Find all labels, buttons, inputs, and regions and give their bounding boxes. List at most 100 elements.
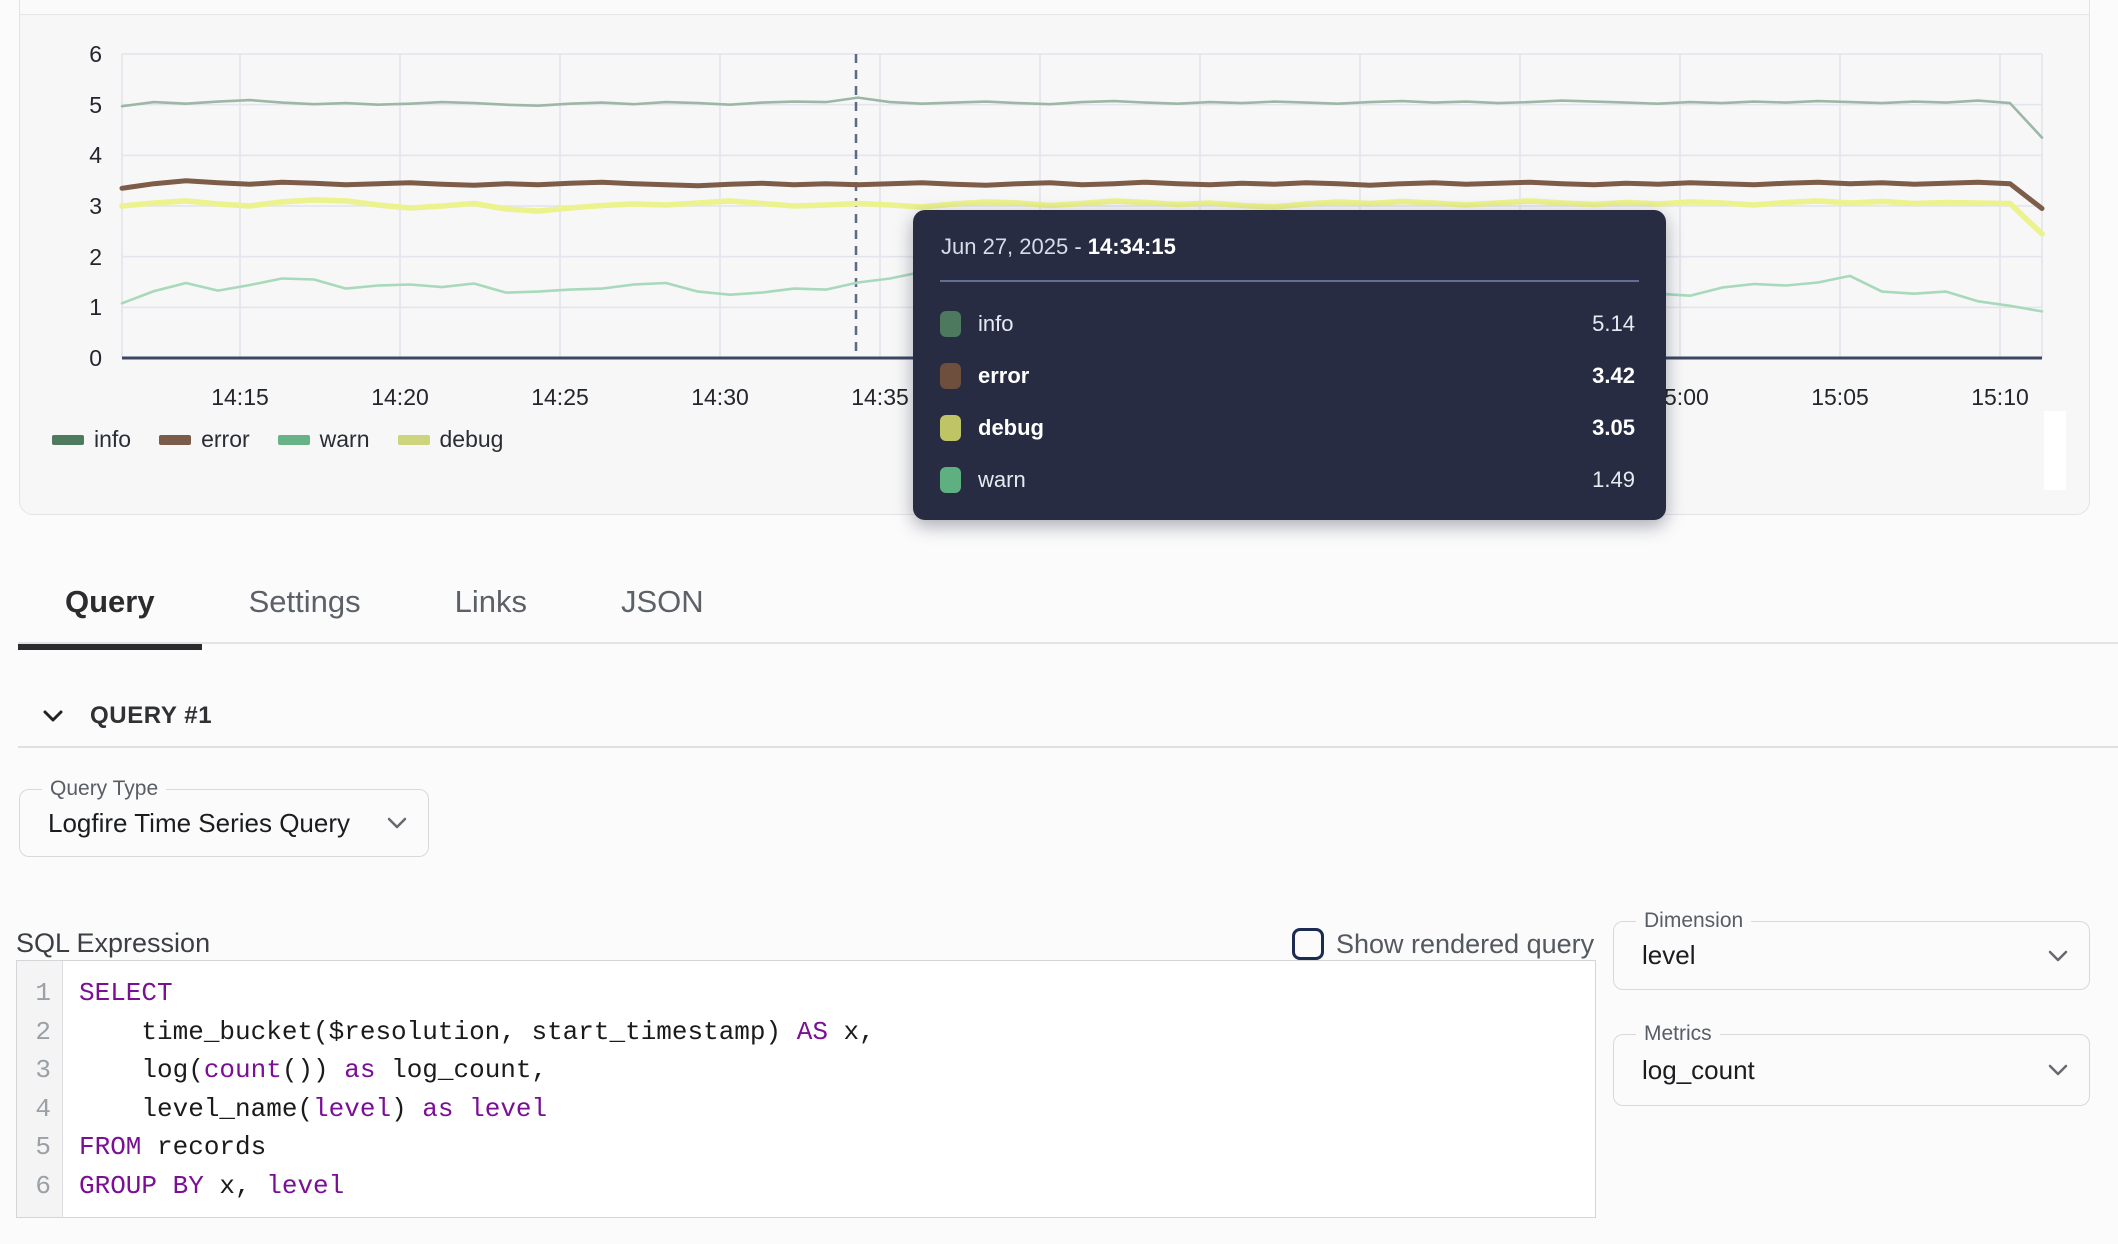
- metrics-value: log_count: [1642, 1035, 1755, 1105]
- sql-keyword: level: [266, 1171, 344, 1201]
- tab-settings[interactable]: Settings: [202, 560, 408, 644]
- dimension-select[interactable]: Dimension level: [1613, 921, 2090, 990]
- sql-text: log(: [79, 1055, 204, 1085]
- y-tick-label: 3: [42, 193, 102, 219]
- line-number: 6: [17, 1167, 62, 1206]
- chart-scrollbar[interactable]: [2044, 411, 2066, 490]
- tooltip-swatch-icon: [940, 415, 961, 441]
- tooltip-series-name: error: [978, 363, 1029, 389]
- legend-label: warn: [320, 426, 370, 453]
- sql-keyword: AS: [797, 1017, 828, 1047]
- section-divider: [18, 746, 2118, 748]
- sql-keyword: as: [344, 1055, 375, 1085]
- sql-text: x,: [828, 1017, 875, 1047]
- sql-code-line[interactable]: GROUP BY x, level: [79, 1167, 1595, 1206]
- chart-legend: info error warn debug: [52, 426, 503, 453]
- x-tick-label: 14:20: [345, 384, 455, 410]
- sql-text: ): [391, 1094, 422, 1124]
- line-number: 1: [17, 974, 62, 1013]
- sql-editor-gutter: 123456: [17, 961, 63, 1217]
- y-tick-label: 1: [42, 294, 102, 320]
- x-tick-label: 14:25: [505, 384, 615, 410]
- chevron-down-icon: [386, 816, 408, 830]
- line-number: 2: [17, 1013, 62, 1052]
- tooltip-swatch-icon: [940, 311, 961, 337]
- chart-tooltip: Jun 27, 2025 - 14:34:15 info5.14 error 3.4…: [913, 210, 1666, 520]
- chevron-down-icon: [2047, 1063, 2069, 1077]
- y-tick-label: 0: [42, 345, 102, 371]
- sql-text: time_bucket($resolution, start_timestamp…: [79, 1017, 797, 1047]
- legend-label: debug: [440, 426, 504, 453]
- sql-code-line[interactable]: time_bucket($resolution, start_timestamp…: [79, 1013, 1595, 1052]
- tooltip-series-value: 3.42: [1592, 363, 1635, 389]
- legend-label: info: [94, 426, 131, 453]
- sql-expression-label: SQL Expression: [16, 928, 210, 959]
- tab-query[interactable]: Query: [18, 560, 202, 644]
- show-rendered-query-control: Show rendered query: [1292, 928, 1594, 960]
- sql-text: level_name(: [79, 1094, 313, 1124]
- tooltip-row-warn: warn 1.49: [913, 454, 1666, 506]
- sql-code-line[interactable]: SELECT: [79, 974, 1595, 1013]
- legend-item-debug[interactable]: debug: [398, 426, 504, 453]
- sql-text: [454, 1094, 470, 1124]
- tooltip-series-name: warn: [978, 467, 1026, 493]
- y-tick-label: 5: [42, 92, 102, 118]
- query-section-title: QUERY #1: [90, 702, 212, 730]
- legend-swatch-icon: [278, 435, 310, 445]
- sql-editor-code[interactable]: SELECT time_bucket($resolution, start_ti…: [63, 961, 1595, 1217]
- tab-json[interactable]: JSON: [574, 560, 751, 644]
- tooltip-series-value: 1.49: [1592, 467, 1635, 493]
- sql-keyword: GROUP BY: [79, 1171, 204, 1201]
- chevron-down-icon: [2047, 949, 2069, 963]
- tooltip-swatch-icon: [940, 467, 961, 493]
- tooltip-swatch-icon: [940, 363, 961, 389]
- metrics-select[interactable]: Metrics log_count: [1613, 1034, 2090, 1106]
- sql-text: records: [141, 1132, 266, 1162]
- sql-code-line[interactable]: log(count()) as log_count,: [79, 1051, 1595, 1090]
- tooltip-row-debug: debug 3.05: [913, 402, 1666, 454]
- legend-swatch-icon: [398, 435, 430, 445]
- show-rendered-query-label: Show rendered query: [1336, 929, 1594, 960]
- line-number: 3: [17, 1051, 62, 1090]
- tab-links[interactable]: Links: [408, 560, 574, 644]
- query-1-section-header[interactable]: QUERY #1: [42, 698, 212, 734]
- x-tick-label: 14:30: [665, 384, 775, 410]
- tooltip-divider: [940, 280, 1639, 282]
- line-number: 5: [17, 1128, 62, 1167]
- tooltip-time: 14:34:15: [1088, 234, 1176, 259]
- tooltip-date: Jun 27, 2025 -: [941, 234, 1088, 259]
- show-rendered-query-checkbox[interactable]: [1292, 928, 1324, 960]
- tooltip-series-name: info: [978, 311, 1013, 337]
- series-line-info[interactable]: [122, 98, 2042, 138]
- tooltip-series-value: 3.05: [1592, 415, 1635, 441]
- line-number: 4: [17, 1090, 62, 1129]
- x-tick-label: 15:05: [1785, 384, 1895, 410]
- sql-keyword: count: [204, 1055, 282, 1085]
- sql-code-line[interactable]: FROM records: [79, 1128, 1595, 1167]
- tooltip-row-info: info5.14: [913, 298, 1666, 350]
- sql-keyword: level: [313, 1094, 391, 1124]
- query-type-select[interactable]: Query Type Logfire Time Series Query: [19, 789, 429, 857]
- x-tick-label: 15:10: [1945, 384, 2055, 410]
- tooltip-series-name: debug: [978, 415, 1044, 441]
- legend-item-error[interactable]: error: [159, 426, 250, 453]
- legend-swatch-icon: [159, 435, 191, 445]
- x-tick-label: 14:15: [185, 384, 295, 410]
- tabs-underline-rule: [18, 642, 2118, 644]
- chevron-down-icon[interactable]: [42, 708, 64, 724]
- tooltip-series-values: info5.14 error 3.42 debug 3.05 warn 1.49: [913, 298, 1666, 506]
- sql-text: log_count,: [375, 1055, 547, 1085]
- legend-label: error: [201, 426, 250, 453]
- sql-editor[interactable]: 123456 SELECT time_bucket($resolution, s…: [16, 960, 1596, 1218]
- query-type-value: Logfire Time Series Query: [48, 790, 350, 856]
- sql-text: ()): [282, 1055, 344, 1085]
- sql-keyword: as: [422, 1094, 453, 1124]
- y-tick-label: 2: [42, 244, 102, 270]
- sql-keyword: FROM: [79, 1132, 141, 1162]
- tooltip-row-error: error 3.42: [913, 350, 1666, 402]
- legend-item-warn[interactable]: warn: [278, 426, 370, 453]
- sql-keyword: level: [469, 1094, 547, 1124]
- sql-code-line[interactable]: level_name(level) as level: [79, 1090, 1595, 1129]
- legend-item-info[interactable]: info: [52, 426, 131, 453]
- panel-tabs: QuerySettingsLinksJSON: [18, 560, 751, 644]
